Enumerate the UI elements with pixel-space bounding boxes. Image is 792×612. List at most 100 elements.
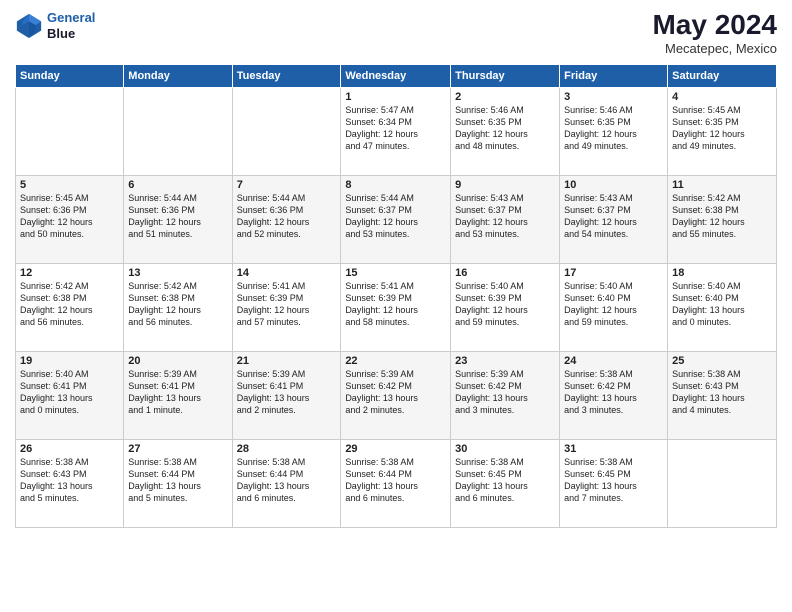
calendar-cell: 5Sunrise: 5:45 AM Sunset: 6:36 PM Daylig…	[16, 175, 124, 263]
cell-info: Sunrise: 5:46 AM Sunset: 6:35 PM Dayligh…	[455, 104, 555, 153]
cell-info: Sunrise: 5:43 AM Sunset: 6:37 PM Dayligh…	[564, 192, 663, 241]
header: General Blue May 2024 Mecatepec, Mexico	[15, 10, 777, 56]
cell-info: Sunrise: 5:40 AM Sunset: 6:40 PM Dayligh…	[672, 280, 772, 329]
day-number: 17	[564, 267, 663, 279]
calendar-cell: 22Sunrise: 5:39 AM Sunset: 6:42 PM Dayli…	[341, 351, 451, 439]
day-number: 15	[345, 267, 446, 279]
calendar-cell: 20Sunrise: 5:39 AM Sunset: 6:41 PM Dayli…	[124, 351, 232, 439]
cell-info: Sunrise: 5:38 AM Sunset: 6:45 PM Dayligh…	[455, 456, 555, 505]
cell-info: Sunrise: 5:42 AM Sunset: 6:38 PM Dayligh…	[672, 192, 772, 241]
weekday-header-cell: Monday	[124, 64, 232, 87]
title-area: May 2024 Mecatepec, Mexico	[652, 10, 777, 56]
calendar-cell: 4Sunrise: 5:45 AM Sunset: 6:35 PM Daylig…	[668, 87, 777, 175]
calendar-week-row: 19Sunrise: 5:40 AM Sunset: 6:41 PM Dayli…	[16, 351, 777, 439]
calendar-cell: 3Sunrise: 5:46 AM Sunset: 6:35 PM Daylig…	[560, 87, 668, 175]
calendar-cell	[232, 87, 341, 175]
weekday-header-cell: Wednesday	[341, 64, 451, 87]
calendar-table: SundayMondayTuesdayWednesdayThursdayFrid…	[15, 64, 777, 528]
cell-info: Sunrise: 5:39 AM Sunset: 6:42 PM Dayligh…	[455, 368, 555, 417]
day-number: 11	[672, 179, 772, 191]
day-number: 4	[672, 91, 772, 103]
calendar-cell	[16, 87, 124, 175]
cell-info: Sunrise: 5:45 AM Sunset: 6:35 PM Dayligh…	[672, 104, 772, 153]
day-number: 1	[345, 91, 446, 103]
weekday-header-cell: Thursday	[451, 64, 560, 87]
calendar-cell: 6Sunrise: 5:44 AM Sunset: 6:36 PM Daylig…	[124, 175, 232, 263]
calendar-cell: 2Sunrise: 5:46 AM Sunset: 6:35 PM Daylig…	[451, 87, 560, 175]
calendar-cell: 15Sunrise: 5:41 AM Sunset: 6:39 PM Dayli…	[341, 263, 451, 351]
logo-text: General Blue	[47, 10, 95, 41]
day-number: 12	[20, 267, 119, 279]
day-number: 22	[345, 355, 446, 367]
day-number: 9	[455, 179, 555, 191]
calendar-week-row: 5Sunrise: 5:45 AM Sunset: 6:36 PM Daylig…	[16, 175, 777, 263]
calendar-cell: 24Sunrise: 5:38 AM Sunset: 6:42 PM Dayli…	[560, 351, 668, 439]
calendar-cell: 10Sunrise: 5:43 AM Sunset: 6:37 PM Dayli…	[560, 175, 668, 263]
cell-info: Sunrise: 5:41 AM Sunset: 6:39 PM Dayligh…	[345, 280, 446, 329]
day-number: 24	[564, 355, 663, 367]
calendar-week-row: 12Sunrise: 5:42 AM Sunset: 6:38 PM Dayli…	[16, 263, 777, 351]
day-number: 27	[128, 443, 227, 455]
cell-info: Sunrise: 5:45 AM Sunset: 6:36 PM Dayligh…	[20, 192, 119, 241]
cell-info: Sunrise: 5:38 AM Sunset: 6:43 PM Dayligh…	[672, 368, 772, 417]
day-number: 31	[564, 443, 663, 455]
calendar-cell: 23Sunrise: 5:39 AM Sunset: 6:42 PM Dayli…	[451, 351, 560, 439]
cell-info: Sunrise: 5:39 AM Sunset: 6:42 PM Dayligh…	[345, 368, 446, 417]
cell-info: Sunrise: 5:44 AM Sunset: 6:37 PM Dayligh…	[345, 192, 446, 241]
cell-info: Sunrise: 5:39 AM Sunset: 6:41 PM Dayligh…	[128, 368, 227, 417]
calendar-cell: 18Sunrise: 5:40 AM Sunset: 6:40 PM Dayli…	[668, 263, 777, 351]
day-number: 28	[237, 443, 337, 455]
logo: General Blue	[15, 10, 95, 41]
calendar-cell: 8Sunrise: 5:44 AM Sunset: 6:37 PM Daylig…	[341, 175, 451, 263]
calendar-week-row: 1Sunrise: 5:47 AM Sunset: 6:34 PM Daylig…	[16, 87, 777, 175]
cell-info: Sunrise: 5:40 AM Sunset: 6:41 PM Dayligh…	[20, 368, 119, 417]
cell-info: Sunrise: 5:42 AM Sunset: 6:38 PM Dayligh…	[128, 280, 227, 329]
day-number: 20	[128, 355, 227, 367]
cell-info: Sunrise: 5:44 AM Sunset: 6:36 PM Dayligh…	[237, 192, 337, 241]
calendar-cell: 9Sunrise: 5:43 AM Sunset: 6:37 PM Daylig…	[451, 175, 560, 263]
day-number: 3	[564, 91, 663, 103]
day-number: 2	[455, 91, 555, 103]
day-number: 14	[237, 267, 337, 279]
weekday-header-cell: Saturday	[668, 64, 777, 87]
calendar-cell: 17Sunrise: 5:40 AM Sunset: 6:40 PM Dayli…	[560, 263, 668, 351]
day-number: 7	[237, 179, 337, 191]
calendar-cell	[124, 87, 232, 175]
cell-info: Sunrise: 5:42 AM Sunset: 6:38 PM Dayligh…	[20, 280, 119, 329]
page-container: General Blue May 2024 Mecatepec, Mexico …	[0, 0, 792, 612]
calendar-cell: 26Sunrise: 5:38 AM Sunset: 6:43 PM Dayli…	[16, 439, 124, 527]
calendar-cell: 27Sunrise: 5:38 AM Sunset: 6:44 PM Dayli…	[124, 439, 232, 527]
day-number: 21	[237, 355, 337, 367]
calendar-cell: 14Sunrise: 5:41 AM Sunset: 6:39 PM Dayli…	[232, 263, 341, 351]
cell-info: Sunrise: 5:38 AM Sunset: 6:44 PM Dayligh…	[345, 456, 446, 505]
calendar-cell: 28Sunrise: 5:38 AM Sunset: 6:44 PM Dayli…	[232, 439, 341, 527]
calendar-cell: 29Sunrise: 5:38 AM Sunset: 6:44 PM Dayli…	[341, 439, 451, 527]
day-number: 29	[345, 443, 446, 455]
cell-info: Sunrise: 5:47 AM Sunset: 6:34 PM Dayligh…	[345, 104, 446, 153]
calendar-cell: 11Sunrise: 5:42 AM Sunset: 6:38 PM Dayli…	[668, 175, 777, 263]
cell-info: Sunrise: 5:44 AM Sunset: 6:36 PM Dayligh…	[128, 192, 227, 241]
month-title: May 2024	[652, 10, 777, 41]
weekday-header-cell: Friday	[560, 64, 668, 87]
day-number: 16	[455, 267, 555, 279]
calendar-cell: 1Sunrise: 5:47 AM Sunset: 6:34 PM Daylig…	[341, 87, 451, 175]
day-number: 23	[455, 355, 555, 367]
day-number: 25	[672, 355, 772, 367]
cell-info: Sunrise: 5:38 AM Sunset: 6:43 PM Dayligh…	[20, 456, 119, 505]
calendar-cell: 12Sunrise: 5:42 AM Sunset: 6:38 PM Dayli…	[16, 263, 124, 351]
day-number: 13	[128, 267, 227, 279]
day-number: 5	[20, 179, 119, 191]
logo-icon	[15, 12, 43, 40]
calendar-cell	[668, 439, 777, 527]
location-subtitle: Mecatepec, Mexico	[652, 41, 777, 56]
cell-info: Sunrise: 5:38 AM Sunset: 6:44 PM Dayligh…	[237, 456, 337, 505]
cell-info: Sunrise: 5:41 AM Sunset: 6:39 PM Dayligh…	[237, 280, 337, 329]
calendar-week-row: 26Sunrise: 5:38 AM Sunset: 6:43 PM Dayli…	[16, 439, 777, 527]
day-number: 30	[455, 443, 555, 455]
cell-info: Sunrise: 5:40 AM Sunset: 6:40 PM Dayligh…	[564, 280, 663, 329]
weekday-header-cell: Tuesday	[232, 64, 341, 87]
calendar-cell: 16Sunrise: 5:40 AM Sunset: 6:39 PM Dayli…	[451, 263, 560, 351]
day-number: 19	[20, 355, 119, 367]
calendar-cell: 19Sunrise: 5:40 AM Sunset: 6:41 PM Dayli…	[16, 351, 124, 439]
cell-info: Sunrise: 5:46 AM Sunset: 6:35 PM Dayligh…	[564, 104, 663, 153]
